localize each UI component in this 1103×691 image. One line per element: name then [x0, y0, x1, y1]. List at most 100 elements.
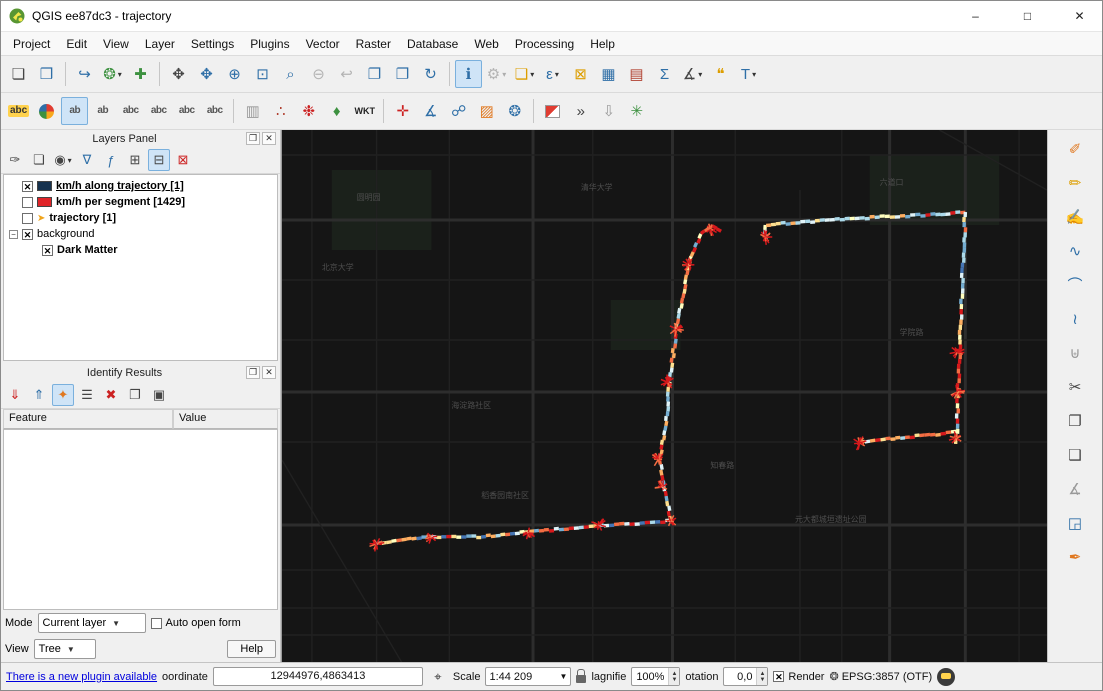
- diagram-options-button[interactable]: [33, 97, 60, 125]
- layer-row-2[interactable]: ➤ trajectory [1]: [4, 210, 277, 226]
- processing-plugin-button[interactable]: ✳: [623, 97, 650, 125]
- attribute-table-button[interactable]: ▦: [595, 60, 622, 88]
- collapse-results-button[interactable]: ⇑: [28, 384, 50, 406]
- coordinate-input[interactable]: 12944976,4863413: [212, 667, 423, 686]
- scale-lock-icon[interactable]: [576, 669, 587, 683]
- vector-dots-button[interactable]: ∴: [267, 97, 294, 125]
- mouse-position-icon[interactable]: ⌖: [428, 667, 448, 687]
- maximize-button[interactable]: □: [1005, 1, 1050, 31]
- view-combobox[interactable]: Tree ▼: [33, 639, 96, 659]
- zoom-full-button[interactable]: ⊡: [249, 60, 276, 88]
- rotation-spinbox[interactable]: 0,0 ▲ ▼: [723, 667, 769, 686]
- layer-visibility-checkbox[interactable]: ✕: [22, 180, 33, 192]
- filter-expression-button[interactable]: ƒ: [100, 149, 122, 171]
- identify-features-button[interactable]: ℹ: [455, 60, 482, 88]
- add-feature-button[interactable]: ∿: [1062, 238, 1089, 264]
- results-list-button[interactable]: ☰: [76, 384, 98, 406]
- scale-combobox[interactable]: 1:44 209 ▼: [485, 667, 572, 686]
- menu-project[interactable]: Project: [5, 34, 58, 54]
- map-view-2-button[interactable]: ❐: [389, 60, 416, 88]
- manage-visibility-button[interactable]: ◉ ▾: [52, 149, 74, 171]
- raster-gradient-button[interactable]: ▨: [473, 97, 500, 125]
- render-option[interactable]: ✕ Render: [773, 671, 824, 683]
- spinner-arrows-icon[interactable]: ▲ ▼: [756, 668, 768, 685]
- plugin-shield-button[interactable]: ♦: [323, 97, 350, 125]
- toolbar-overflow-button[interactable]: »: [567, 97, 594, 125]
- layer-label[interactable]: Dark Matter: [57, 244, 118, 256]
- measure-button[interactable]: ∡ ▾: [679, 60, 706, 88]
- cad-tools-button[interactable]: ∡: [1062, 476, 1089, 502]
- help-button[interactable]: Help: [227, 640, 276, 658]
- db-manager-button[interactable]: ▥: [239, 97, 266, 125]
- clear-results-button[interactable]: ✖: [100, 384, 122, 406]
- copy-feature-button[interactable]: ❐: [124, 384, 146, 406]
- menu-settings[interactable]: Settings: [183, 34, 242, 54]
- dropdown-arrow-icon[interactable]: ▾: [698, 70, 702, 79]
- annotation-highlighter-button[interactable]: ✐: [1062, 136, 1089, 162]
- paste-features-button[interactable]: ❑: [1062, 442, 1089, 468]
- layer-label[interactable]: background: [37, 228, 95, 240]
- auto-expand-results-button[interactable]: ✦: [52, 383, 74, 406]
- feature-action-button[interactable]: ⚙ ▾: [483, 60, 510, 88]
- delete-selected-button[interactable]: ⊎: [1062, 340, 1089, 366]
- add-layer-button[interactable]: ✚: [127, 60, 154, 88]
- menu-web[interactable]: Web: [466, 34, 506, 54]
- dropdown-arrow-icon[interactable]: ▾: [68, 156, 72, 165]
- spinner-arrows-icon[interactable]: ▲ ▼: [668, 668, 680, 685]
- coordinate-capture-button[interactable]: ✛: [389, 97, 416, 125]
- dropdown-arrow-icon[interactable]: ▾: [555, 70, 559, 79]
- labeling-options-button[interactable]: abc: [5, 97, 32, 125]
- add-group-button[interactable]: ❏: [28, 149, 50, 171]
- plugin-bug-button[interactable]: ❉: [295, 97, 322, 125]
- label-showhide-button[interactable]: abc: [201, 97, 228, 125]
- protractor-tool-button[interactable]: ∡: [417, 97, 444, 125]
- color-ramp-flag-button[interactable]: [539, 97, 566, 125]
- identify-results-body[interactable]: [3, 429, 278, 610]
- node-network-button[interactable]: ☍: [445, 97, 472, 125]
- deselect-features-button[interactable]: ⊠: [567, 60, 594, 88]
- close-button[interactable]: ✕: [1057, 1, 1102, 31]
- float-panel-button[interactable]: ❐: [246, 132, 260, 145]
- layer-visibility-checkbox[interactable]: [22, 196, 33, 208]
- measure-square-button[interactable]: ◲: [1062, 510, 1089, 536]
- cut-features-button[interactable]: ✂: [1062, 374, 1089, 400]
- expand-results-button[interactable]: ⇓: [4, 384, 26, 406]
- collapse-all-button[interactable]: ⊟: [148, 149, 170, 171]
- label-pin-button[interactable]: abc: [173, 97, 200, 125]
- menu-edit[interactable]: Edit: [58, 34, 95, 54]
- menu-view[interactable]: View: [95, 34, 137, 54]
- layer-label[interactable]: km/h per segment [1429]: [56, 196, 185, 208]
- column-header-value[interactable]: Value: [173, 409, 278, 429]
- label-move-button[interactable]: ab: [89, 97, 116, 125]
- minimize-button[interactable]: –: [953, 1, 998, 31]
- filter-legend-button[interactable]: ∇: [76, 149, 98, 171]
- layer-statistics-button[interactable]: ▤: [623, 60, 650, 88]
- menu-layer[interactable]: Layer: [137, 34, 183, 54]
- new-plugin-link[interactable]: There is a new plugin available: [6, 671, 157, 683]
- zoom-out-button[interactable]: ⊖: [305, 60, 332, 88]
- dropdown-arrow-icon[interactable]: ▾: [118, 70, 122, 79]
- menu-help[interactable]: Help: [582, 34, 623, 54]
- vertex-tool-button[interactable]: ⌒: [1062, 272, 1089, 298]
- layer-visibility-checkbox[interactable]: [22, 212, 33, 224]
- print-response-button[interactable]: ▣: [148, 384, 170, 406]
- map-view-1-button[interactable]: ❐: [361, 60, 388, 88]
- download-arrow-button[interactable]: ⇩: [595, 97, 622, 125]
- close-panel-button[interactable]: ✕: [262, 132, 276, 145]
- auto-open-form-checkbox[interactable]: [150, 617, 162, 629]
- menu-vector[interactable]: Vector: [298, 34, 348, 54]
- expand-all-button[interactable]: ⊞: [124, 149, 146, 171]
- messages-icon[interactable]: [937, 667, 956, 686]
- render-checkbox[interactable]: ✕: [773, 671, 785, 682]
- layer-row-0[interactable]: ✕ km/h along trajectory [1]: [4, 178, 277, 194]
- globe-search-button[interactable]: ❂: [501, 97, 528, 125]
- auto-open-form-option[interactable]: Auto open form: [150, 617, 241, 629]
- pan-to-selection-button[interactable]: ✥: [193, 60, 220, 88]
- mode-combobox[interactable]: Current layer ▼: [37, 613, 146, 633]
- text-annotation-button[interactable]: T ▾: [735, 60, 762, 88]
- labels-toggle-button[interactable]: ab: [61, 97, 89, 125]
- menu-raster[interactable]: Raster: [348, 34, 399, 54]
- remove-layer-button[interactable]: ⊠: [172, 149, 194, 171]
- zoom-last-button[interactable]: ↩: [333, 60, 360, 88]
- zoom-to-selection-button[interactable]: ⌕: [277, 60, 304, 88]
